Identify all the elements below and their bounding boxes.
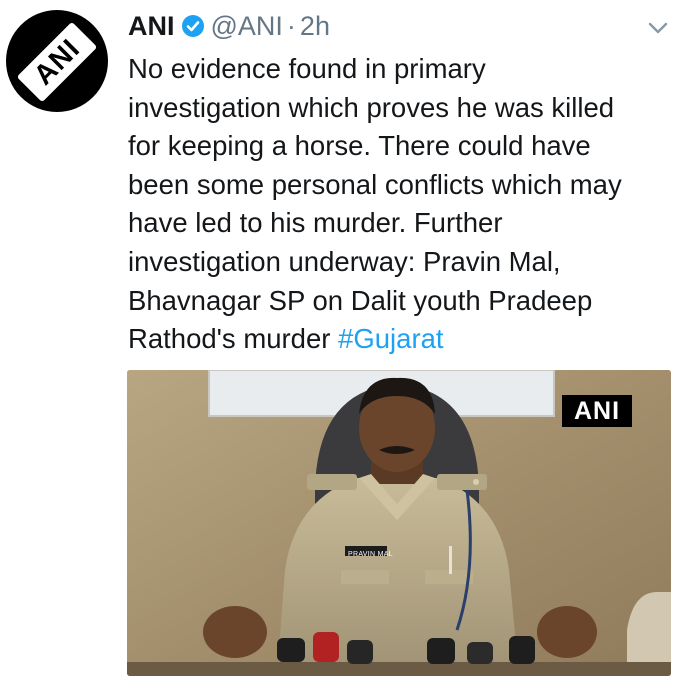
tweet-header: ANI @ANI · 2h — [128, 10, 330, 42]
chevron-down-icon[interactable] — [644, 18, 672, 38]
ani-logo: ANI — [16, 21, 98, 103]
tweet-text-line: investigation which proves he was killed — [128, 91, 615, 123]
ani-watermark: ANI — [562, 395, 632, 427]
author-handle[interactable]: @ANI — [211, 11, 283, 42]
tweet-text-line: investigation underway: Pravin Mal, — [128, 245, 561, 277]
tweet-text-line: Rathod's murder — [128, 323, 339, 355]
tweet-text: No evidence found in primary investigati… — [128, 50, 676, 359]
tweet-text-line: been some personal conflicts which may — [128, 168, 622, 200]
tweet-text-line: No evidence found in primary — [128, 53, 486, 84]
header-separator: · — [286, 10, 296, 41]
avatar-logo-text: ANI — [27, 32, 86, 91]
avatar[interactable]: ANI — [6, 10, 108, 112]
tweet-text-line: Bhavnagar SP on Dalit youth Pradeep — [128, 284, 593, 316]
tweet-timestamp[interactable]: 2h — [300, 11, 330, 42]
tweet-media-image[interactable]: ANI PRAVIN MAL — [127, 370, 671, 676]
tweet-text-line-last: Rathod's murder #Gujarat — [128, 320, 676, 359]
name-tag-text: PRAVIN MAL — [348, 551, 393, 558]
verified-badge-icon — [181, 14, 205, 38]
hashtag-link[interactable]: #Gujarat — [338, 323, 443, 354]
author-name[interactable]: ANI — [128, 11, 175, 42]
tweet-text-line: for keeping a horse. There could have — [128, 130, 591, 162]
tweet-text-line: have led to his murder. Further — [128, 207, 503, 239]
